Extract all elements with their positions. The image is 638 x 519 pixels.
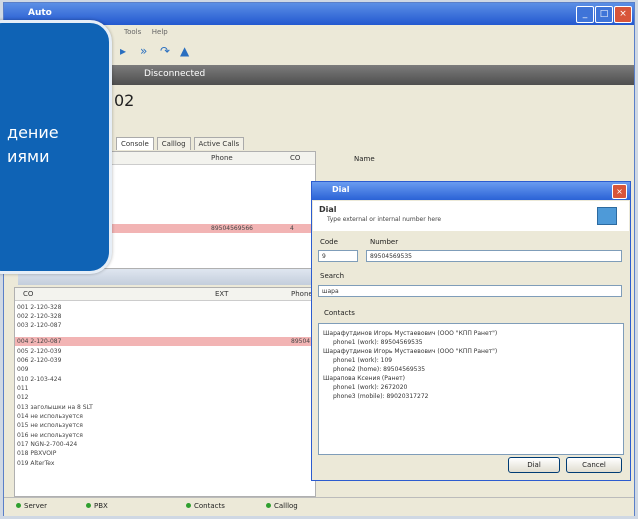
contact-item[interactable]: Шарафутдинов Игорь Мустаевович (ООО "КПП… [323, 330, 497, 337]
search-input[interactable]: шара [318, 285, 622, 297]
dial-heading: Dial [319, 205, 337, 214]
calllog-label: Calllog [274, 502, 298, 510]
contact-item[interactable]: Шарафутдинов Игорь Мустаевович (ООО "КПП… [323, 348, 497, 355]
co-row[interactable]: 005 2-120-039 [17, 348, 61, 355]
co-row[interactable]: 006 2-120-039 [17, 357, 61, 364]
cancel-button[interactable]: Cancel [566, 457, 622, 473]
forward-icon[interactable]: ▸ [120, 44, 126, 58]
bottom-status-bar: Server PBX Contacts Calllog [4, 497, 634, 516]
code-input[interactable]: 9 [318, 250, 358, 262]
status-dot-icon [186, 503, 191, 508]
header-name[interactable]: Name [354, 155, 375, 163]
co-row[interactable]: 013 заголышки на 8 SLT [17, 404, 93, 411]
contacts-label: Contacts [324, 309, 355, 317]
co-row[interactable]: 016 не используется [17, 432, 83, 439]
redo-icon[interactable]: ↷ [160, 44, 170, 58]
co-row[interactable]: 014 не используется [17, 413, 83, 420]
co-row[interactable]: 010 2-103-424 [17, 376, 61, 383]
server-label: Server [24, 502, 47, 510]
co-table-header: CO EXT Phone [15, 288, 315, 301]
dial-header: Dial Type external or internal number he… [313, 201, 629, 231]
number-input[interactable]: 89504569535 [366, 250, 622, 262]
co-row[interactable]: 012 [17, 394, 28, 401]
contacts-label: Contacts [194, 502, 225, 510]
tab-calllog[interactable]: Calllog [156, 137, 191, 150]
contact-phone[interactable]: phone1 (work): 109 [333, 357, 392, 364]
code-label: Code [320, 238, 338, 246]
contact-phone[interactable]: phone1 (work): 89504569535 [333, 339, 423, 346]
co-row[interactable]: 015 не используется [17, 422, 83, 429]
dial-close-button[interactable]: × [612, 184, 627, 199]
header-phone[interactable]: Phone [211, 154, 233, 162]
call-phone: 89504569566 [211, 225, 253, 232]
maximize-button[interactable]: □ [595, 6, 613, 23]
overlay-text-line-1: дение [7, 123, 59, 142]
call-co: 4 [290, 225, 294, 232]
overlay-text-line-2: иями [7, 147, 50, 166]
window-title: Auto [28, 8, 52, 18]
status-dot-icon [86, 503, 91, 508]
calllog-status: Calllog [266, 502, 298, 510]
header-ext[interactable]: EXT [215, 290, 228, 298]
pbx-label: PBX [94, 502, 108, 510]
server-status: Server [16, 502, 47, 510]
contact-item[interactable]: Шарапова Ксения (Ранет) [323, 375, 405, 382]
number-label: Number [370, 238, 399, 246]
tab-console[interactable]: Console [116, 137, 154, 150]
header-co[interactable]: CO [290, 154, 300, 162]
co-row[interactable]: 003 2-120-087 [17, 322, 61, 329]
close-button[interactable]: × [614, 6, 632, 23]
co-row[interactable]: 011 [17, 385, 28, 392]
search-label: Search [320, 272, 345, 280]
header-co[interactable]: CO [23, 290, 33, 298]
minimize-button[interactable]: _ [576, 6, 594, 23]
dial-title: Dial [332, 185, 350, 194]
contact-phone[interactable]: phone3 (mobile): 89020317272 [333, 393, 428, 400]
co-phone: 89504 [291, 338, 311, 345]
up-icon[interactable]: ▲ [180, 44, 189, 58]
menu-help[interactable]: Help [152, 25, 168, 39]
pbx-status: PBX [86, 502, 108, 510]
co-row[interactable]: 009 [17, 366, 28, 373]
account-label: 02 [114, 91, 135, 110]
co-row[interactable]: 019 AlterTex [17, 460, 54, 467]
tab-active-calls[interactable]: Active Calls [193, 137, 245, 150]
dial-dialog: Dial × Dial Type external or internal nu… [311, 181, 631, 481]
dial-button[interactable]: Dial [508, 457, 560, 473]
fast-forward-icon[interactable]: » [140, 44, 147, 58]
contact-phone[interactable]: phone1 (work): 2672020 [333, 384, 407, 391]
co-row[interactable]: 017 NGN-2-700-424 [17, 441, 77, 448]
co-row[interactable]: 001 2-120-328 [17, 304, 61, 311]
status-dot-icon [266, 503, 271, 508]
status-dot-icon [16, 503, 21, 508]
co-table: CO EXT Phone 89504 001 2-120-328 002 2-1… [14, 287, 316, 497]
contact-phone[interactable]: phone2 (home): 89504569535 [333, 366, 425, 373]
menu-tools[interactable]: Tools [124, 25, 141, 39]
contacts-list: Шарафутдинов Игорь Мустаевович (ООО "КПП… [318, 323, 624, 455]
dial-title-bar: Dial × [312, 182, 630, 200]
header-phone[interactable]: Phone [291, 290, 313, 298]
tab-bar: Console Calllog Active Calls [116, 137, 247, 151]
contacts-status: Contacts [186, 502, 225, 510]
overlay-card: дение иями [0, 20, 112, 274]
co-row[interactable]: 018 PBXVOIP [17, 450, 56, 457]
co-row[interactable]: 002 2-120-328 [17, 313, 61, 320]
phone-book-icon [597, 207, 617, 225]
co-row[interactable]: 004 2-120-087 [17, 338, 61, 345]
dial-subtitle: Type external or internal number here [327, 216, 442, 223]
connection-status: Disconnected [144, 69, 206, 79]
